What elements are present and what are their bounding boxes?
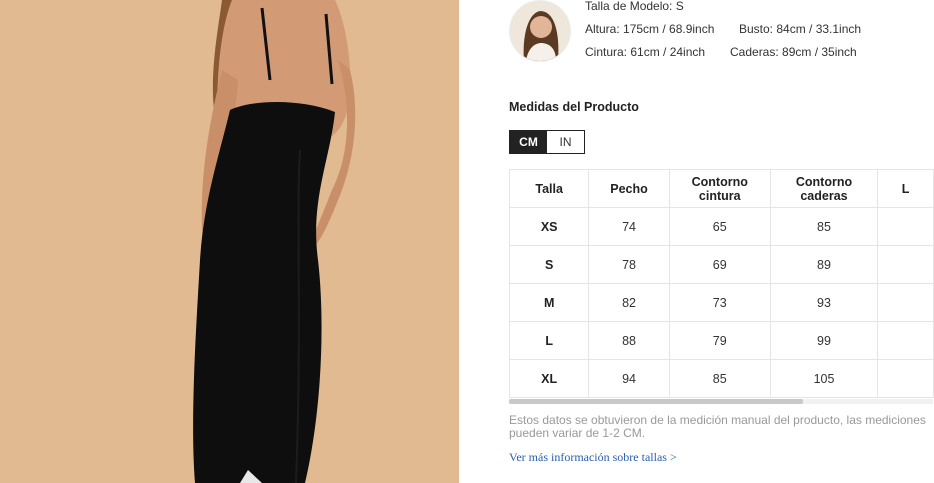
table-row: XS 74 65 85 [508,207,934,246]
cell-size: S [508,245,590,284]
cell-size: L [508,321,590,360]
model-size-label: Talla de Modelo: S [585,0,684,13]
size-table: Talla Pecho Contorno cintura Contorno ca… [508,169,934,398]
cell-hips: 89 [769,245,879,284]
measurement-note: Estos datos se obtuvieron de la medición… [509,413,926,440]
model-waist: Cintura: 61cm / 24inch [585,45,706,59]
unit-cm-button[interactable]: CM [510,131,547,153]
cell-chest: 82 [588,283,670,322]
cell-length [877,321,934,360]
measurements-title: Medidas del Producto [509,100,639,114]
cell-size: M [508,283,590,322]
table-header-row: Talla Pecho Contorno cintura Contorno ca… [508,169,934,208]
product-photo [0,0,459,483]
cell-length [877,359,934,398]
cell-length [877,207,934,246]
size-info-panel: Talla de Modelo: S Altura: 175cm / 68.9i… [459,0,934,483]
cell-hips: 93 [769,283,879,322]
cell-chest: 78 [588,245,670,284]
cell-size: XS [508,207,590,246]
header-cintura: Contorno cintura [668,169,771,208]
cell-waist: 65 [668,207,771,246]
cell-waist: 79 [668,321,771,360]
cell-waist: 73 [668,283,771,322]
scrollbar-thumb[interactable] [509,399,803,404]
unit-toggle: CM IN [509,130,585,154]
table-row: L 88 79 99 [508,321,934,360]
cell-chest: 88 [588,321,670,360]
table-row: M 82 73 93 [508,283,934,322]
model-bust: Busto: 84cm / 33.1inch [739,22,862,36]
cell-hips: 105 [769,359,879,398]
header-talla: Talla [508,169,590,208]
cell-waist: 85 [668,359,771,398]
model-hips: Caderas: 89cm / 35inch [730,45,857,59]
cell-size: XL [508,359,590,398]
cell-hips: 85 [769,207,879,246]
table-horizontal-scrollbar[interactable] [509,399,933,404]
more-size-info-link[interactable]: Ver más información sobre tallas > [509,450,677,465]
header-largo: L [877,169,934,208]
model-avatar [509,0,571,62]
cell-length [877,283,934,322]
table-row: S 78 69 89 [508,245,934,284]
header-caderas: Contorno caderas [769,169,879,208]
cell-chest: 74 [588,207,670,246]
cell-length [877,245,934,284]
header-pecho: Pecho [588,169,670,208]
model-avatar-icon [510,1,570,61]
table-row: XL 94 85 105 [508,359,934,398]
cell-chest: 94 [588,359,670,398]
unit-in-button[interactable]: IN [547,131,584,153]
cell-waist: 69 [668,245,771,284]
cell-hips: 99 [769,321,879,360]
model-height: Altura: 175cm / 68.9inch [585,22,715,36]
product-photo-illustration [0,0,459,483]
